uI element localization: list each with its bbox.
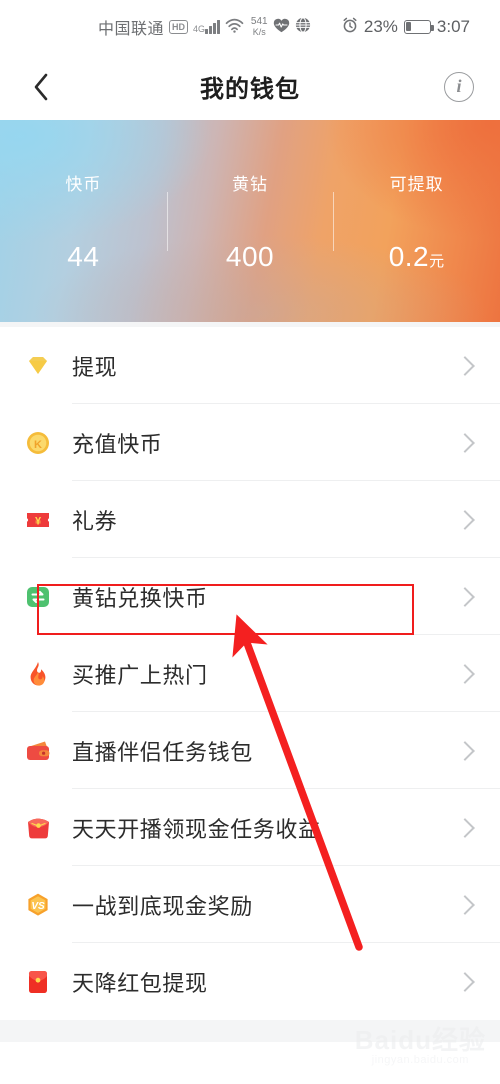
list-item-label: 一战到底现金奖励 <box>72 893 253 919</box>
battery-icon <box>403 19 434 34</box>
k-coin-icon: K <box>22 427 54 459</box>
chevron-right-icon <box>455 971 475 992</box>
balance-stats: 快币 44 黄钻 400 可提取 0.2元 <box>0 170 500 273</box>
info-button[interactable]: i <box>444 71 474 102</box>
flame-icon <box>22 658 54 690</box>
stat-value: 0.2元 <box>388 240 445 272</box>
stat-value: 400 <box>225 240 275 272</box>
chevron-right-icon <box>455 586 475 607</box>
diamond-icon <box>22 350 54 382</box>
list-item[interactable]: 买推广上热门 <box>0 635 500 712</box>
list-item-label: 充值快币 <box>72 431 163 457</box>
red-envelope-icon <box>22 966 54 998</box>
network-speed-unit: K/s <box>252 26 266 37</box>
list-item[interactable]: 天天开播领现金任务收益 <box>0 789 500 866</box>
stat-label: 黄钻 <box>232 174 268 194</box>
status-bar-left: 中国联通 HD 4G 541 K/s <box>16 15 311 39</box>
chevron-right-icon <box>455 663 475 684</box>
stat-withdrawable[interactable]: 可提取 0.2元 <box>333 170 500 273</box>
stat-label: 可提取 <box>389 174 444 194</box>
list-item-label: 买推广上热门 <box>72 662 208 688</box>
list-item[interactable]: 提现 <box>0 327 500 404</box>
clock-label: 3:07 <box>436 16 470 36</box>
globe-icon <box>295 17 311 36</box>
list-item-label: 礼券 <box>72 508 118 534</box>
stat-value: 44 <box>67 240 100 272</box>
stat-label: 快币 <box>65 174 102 194</box>
exchange-icon <box>22 581 54 613</box>
list-item[interactable]: K 充值快币 <box>0 404 500 481</box>
carrier-label: 中国联通 <box>98 20 165 38</box>
page-title: 我的钱包 <box>200 76 300 103</box>
chevron-right-icon <box>455 509 475 530</box>
wallet-icon <box>22 735 54 767</box>
signal-strength-icon: 4G <box>193 19 220 34</box>
battery-percent-label: 23% <box>363 16 398 36</box>
back-button[interactable] <box>26 72 56 102</box>
wallet-menu-list: 提现 K 充值快币 ¥ 礼券 黄钻兑换快币 买推广上热门 直播伴侣任务钱包 天天… <box>0 327 500 1020</box>
status-bar-right: 23% 3:07 <box>342 17 484 37</box>
wifi-icon <box>225 18 244 36</box>
network-type-label: 4G <box>193 24 206 34</box>
list-item-label: 提现 <box>72 354 118 380</box>
stat-kuaibi[interactable]: 快币 44 <box>0 170 167 273</box>
chevron-right-icon <box>455 894 475 915</box>
list-item[interactable]: ¥ 礼券 <box>0 481 500 558</box>
stat-unit: 元 <box>429 252 445 270</box>
stat-huangzuan[interactable]: 黄钻 400 <box>166 170 334 273</box>
network-speed-value: 541 <box>250 15 268 27</box>
red-packet-open-icon <box>22 812 54 844</box>
vs-hexagon-icon: VS <box>22 889 54 921</box>
list-item-label: 天降红包提现 <box>72 970 208 996</box>
chevron-right-icon <box>455 432 475 453</box>
network-speed-indicator: 541 K/s <box>250 15 268 37</box>
list-item[interactable]: 天降红包提现 <box>0 943 500 1020</box>
chevron-right-icon <box>455 817 475 838</box>
signal-bars-icon <box>205 19 220 34</box>
list-item-label: 黄钻兑换快币 <box>72 585 208 611</box>
status-bar: 中国联通 HD 4G 541 K/s 23% 3:07 <box>0 0 500 53</box>
page-footer <box>0 1020 500 1042</box>
list-item-label: 直播伴侣任务钱包 <box>72 739 253 765</box>
svg-text:VS: VS <box>31 901 45 912</box>
chevron-right-icon <box>455 740 475 761</box>
alarm-clock-icon <box>342 17 358 36</box>
info-icon: i <box>456 76 462 96</box>
wallet-balance-banner: 快币 44 黄钻 400 可提取 0.2元 <box>0 120 500 322</box>
chevron-right-icon <box>455 355 475 376</box>
nav-bar: 我的钱包 i <box>0 53 500 120</box>
svg-text:K: K <box>34 439 42 451</box>
coupon-ticket-icon: ¥ <box>22 504 54 536</box>
list-item[interactable]: 黄钻兑换快币 <box>0 558 500 635</box>
svg-text:¥: ¥ <box>35 515 42 527</box>
hd-badge-icon: HD <box>169 19 189 34</box>
list-item-label: 天天开播领现金任务收益 <box>72 816 321 842</box>
list-item[interactable]: 直播伴侣任务钱包 <box>0 712 500 789</box>
back-chevron-icon <box>34 73 48 100</box>
heart-icon <box>273 18 290 36</box>
list-item[interactable]: VS 一战到底现金奖励 <box>0 866 500 943</box>
watermark-url: jingyan.baidu.com <box>371 1054 469 1066</box>
